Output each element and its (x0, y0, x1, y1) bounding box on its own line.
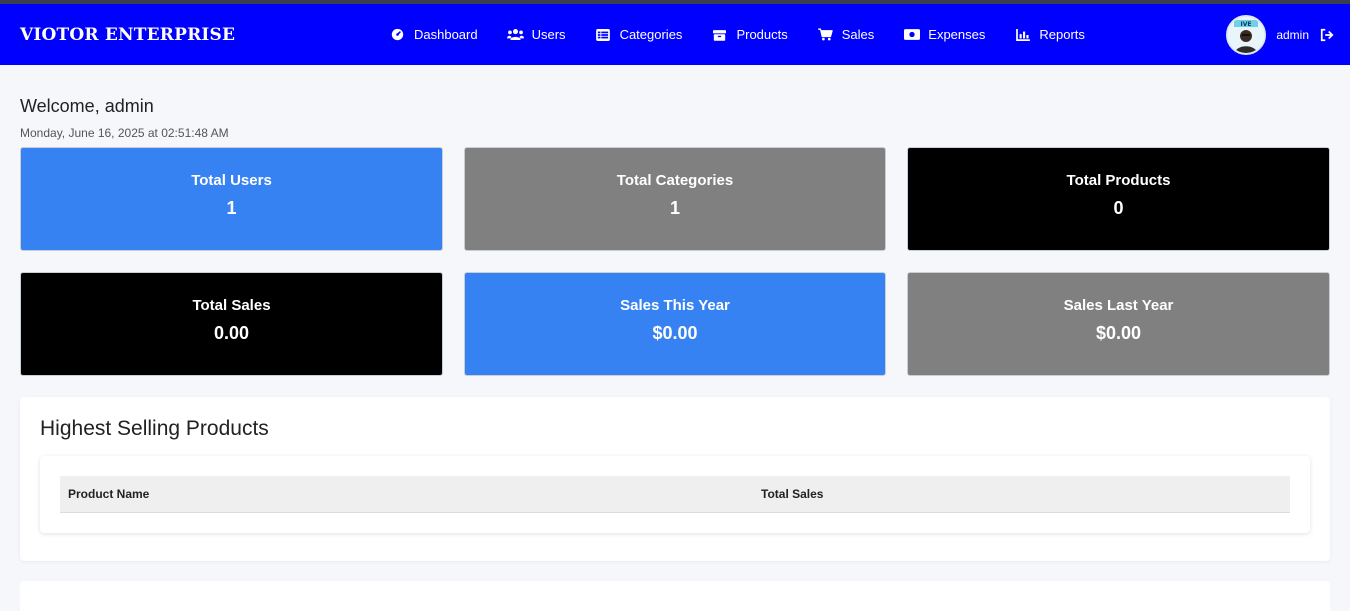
highest-selling-table: Product Name Total Sales (60, 476, 1290, 513)
chart-icon (1014, 28, 1031, 42)
card-sales-last-year[interactable]: Sales Last Year $0.00 (907, 272, 1330, 376)
users-icon (506, 28, 524, 42)
nav-dashboard-label: Dashboard (414, 27, 478, 42)
nav-expenses-label: Expenses (928, 27, 986, 42)
money-icon (903, 28, 920, 42)
card-value: 1 (226, 197, 237, 218)
card-value: 0.00 (213, 322, 250, 343)
main-content: Welcome, admin Monday, June 16, 2025 at … (0, 96, 1350, 611)
panel-title: Highest Selling Products (40, 417, 269, 440)
nav-reports[interactable]: Reports (1014, 27, 1085, 42)
user-name[interactable]: admin (1276, 28, 1309, 42)
card-value: $0.00 (652, 322, 698, 343)
dashboard-icon (389, 28, 406, 42)
card-label: Sales This Year (620, 296, 730, 314)
avatar[interactable]: IVE (1226, 14, 1267, 55)
svg-text:IVE: IVE (1241, 21, 1252, 28)
card-total-products[interactable]: Total Products 0 (907, 147, 1330, 251)
logout-icon[interactable] (1320, 27, 1336, 43)
nav-products[interactable]: Products (711, 27, 788, 42)
card-total-users[interactable]: Total Users 1 (20, 147, 443, 251)
stat-cards: Total Users 1 Total Categories 1 Total P… (20, 147, 1330, 376)
nav-links: Dashboard Users Categories Products Sale… (389, 4, 1114, 65)
nav-categories[interactable]: Categories (595, 27, 683, 42)
products-icon (711, 28, 728, 42)
nav-sales-label: Sales (841, 27, 875, 42)
brand-logo[interactable]: VIOTOR ENTERPRISE (20, 25, 235, 45)
card-label: Total Categories (616, 171, 734, 189)
nav-sales[interactable]: Sales (817, 27, 875, 42)
current-datetime: Monday, June 16, 2025 at 02:51:48 AM (20, 126, 229, 140)
nav-dashboard[interactable]: Dashboard (389, 27, 478, 42)
user-menu: IVE admin (1226, 4, 1336, 65)
nav-expenses[interactable]: Expenses (903, 27, 985, 42)
card-total-sales[interactable]: Total Sales 0.00 (20, 272, 443, 376)
card-value: $0.00 (1095, 322, 1142, 343)
cart-icon (817, 28, 834, 42)
highest-selling-panel: Highest Selling Products Product Name To… (20, 397, 1330, 561)
navbar: VIOTOR ENTERPRISE Dashboard Users Catego… (0, 4, 1350, 65)
welcome-heading: Welcome, admin (20, 96, 154, 116)
card-value: 0 (1113, 197, 1124, 218)
card-label: Total Sales (192, 296, 271, 314)
column-header-total-sales[interactable]: Total Sales (753, 476, 1290, 513)
nav-reports-label: Reports (1039, 27, 1085, 42)
nav-categories-label: Categories (619, 27, 683, 42)
nav-users[interactable]: Users (506, 27, 566, 42)
card-total-categories[interactable]: Total Categories 1 (464, 147, 886, 251)
card-label: Total Products (1066, 171, 1171, 189)
categories-icon (595, 28, 612, 42)
nav-users-label: Users (531, 27, 566, 42)
nav-products-label: Products (736, 27, 788, 42)
card-label: Sales Last Year (1063, 296, 1174, 314)
column-header-product-name[interactable]: Product Name (60, 476, 753, 513)
next-panel (20, 581, 1330, 611)
card-sales-this-year[interactable]: Sales This Year $0.00 (464, 272, 886, 376)
card-label: Total Users (191, 171, 272, 189)
table-header-row: Product Name Total Sales (60, 476, 1290, 513)
card-value: 1 (669, 197, 680, 218)
table-card: Product Name Total Sales (40, 456, 1310, 533)
